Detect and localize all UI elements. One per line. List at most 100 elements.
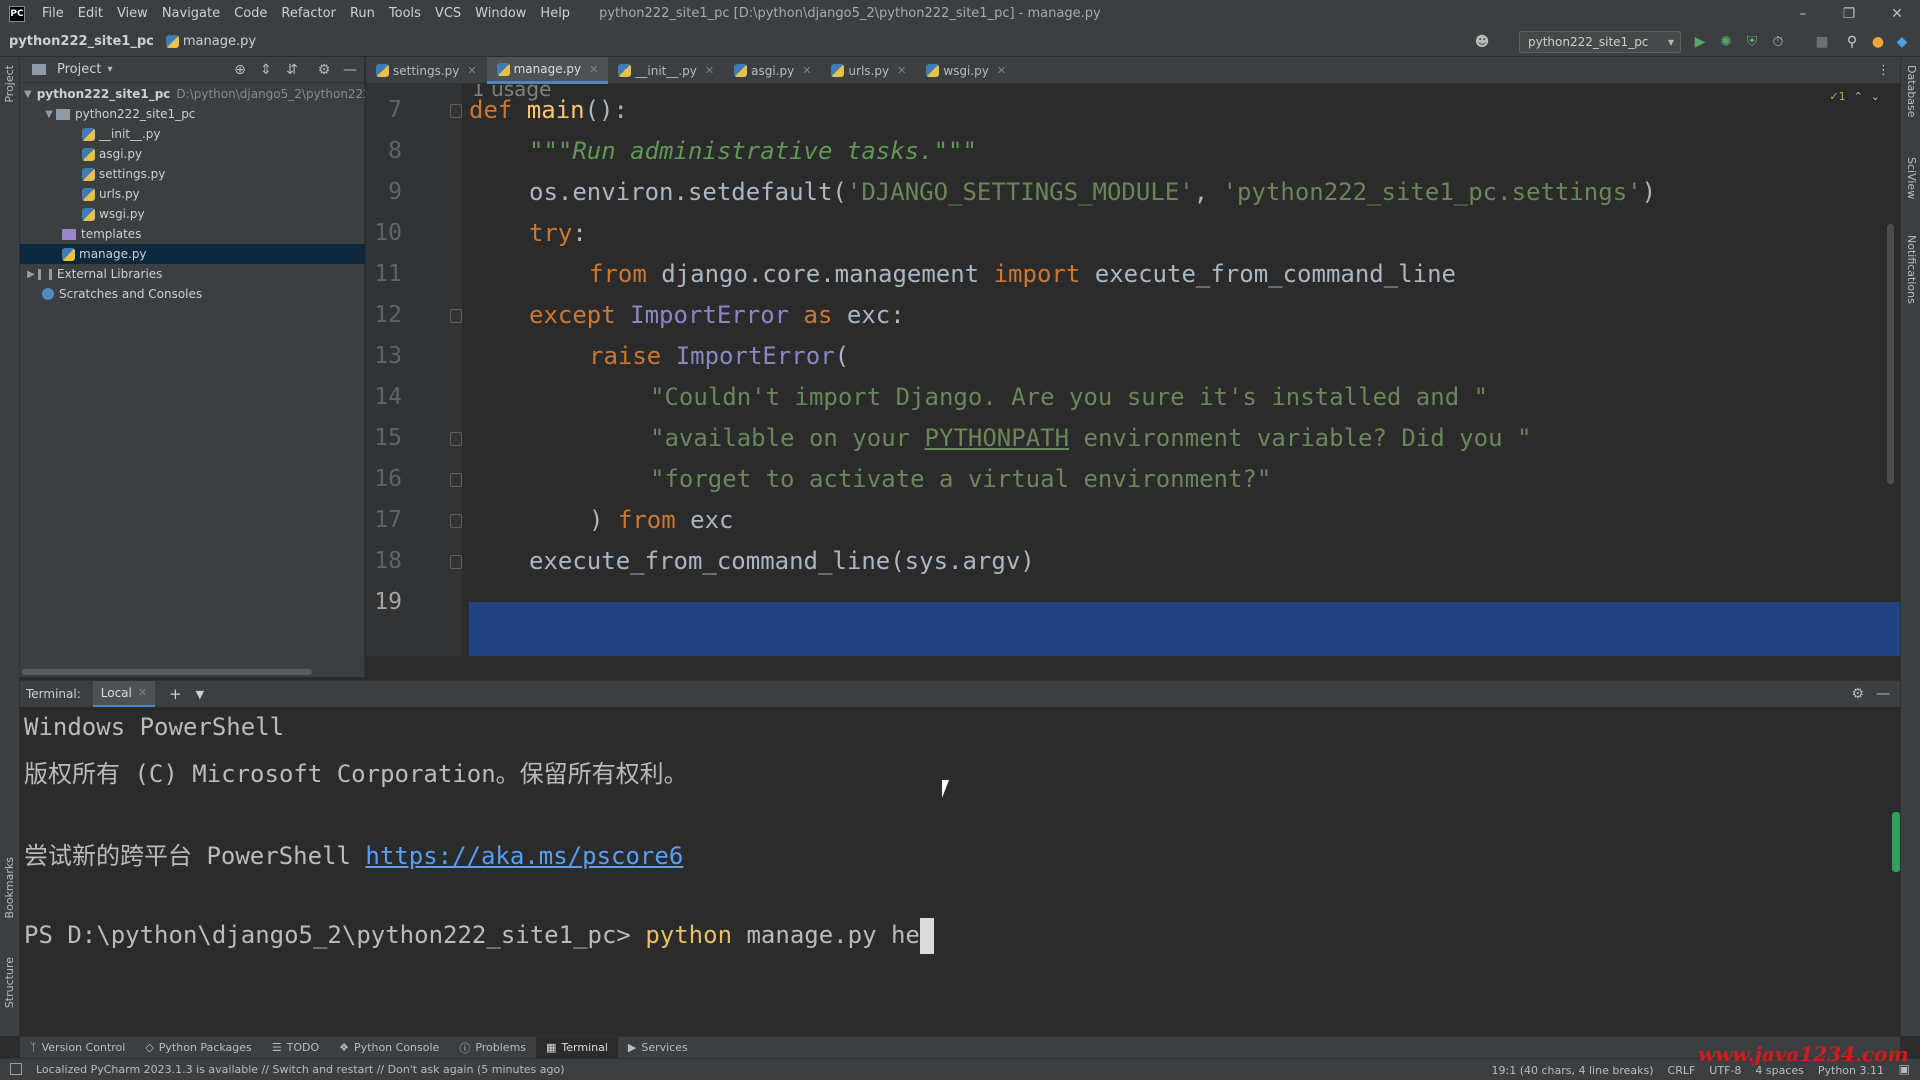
menu-code[interactable]: Code [227, 0, 274, 27]
fold-marker-icon[interactable] [450, 432, 462, 446]
code-line-8[interactable]: """Run administrative tasks.""" [529, 134, 977, 168]
notifications-tool-button[interactable]: Notifications [1905, 235, 1918, 304]
hide-panel-icon[interactable]: — [1876, 686, 1890, 702]
code-editor[interactable]: ✓1 ⌃ ⌄ 1 usage 7 8 9 10 11 12 13 14 15 1… [366, 84, 1900, 656]
line-separator[interactable]: CRLF [1668, 1064, 1696, 1077]
fold-marker-icon[interactable] [450, 514, 462, 528]
chevron-down-icon[interactable]: ⌄ [1871, 90, 1880, 103]
project-tool-button[interactable]: Project [3, 65, 16, 103]
tree-file-asgi[interactable]: asgi.py [20, 144, 365, 164]
code-line-16[interactable]: "forget to activate a virtual environmen… [650, 462, 1271, 496]
editor-vertical-scrollbar[interactable] [1887, 224, 1894, 484]
toolwindow-version-control[interactable]: ᛉ Version Control [20, 1037, 135, 1059]
terminal-output[interactable]: Windows PowerShell 版权所有 (C) Microsoft Co… [20, 707, 1900, 1036]
layout-icon[interactable] [10, 1063, 22, 1075]
menu-run[interactable]: Run [343, 0, 382, 27]
more-tabs-icon[interactable]: ⋮ [1877, 63, 1890, 78]
bookmarks-tool-button[interactable]: Bookmarks [3, 857, 16, 918]
debug-icon[interactable]: ✺ [1717, 33, 1735, 51]
expand-all-icon[interactable]: ⇕ [257, 61, 275, 79]
breadcrumb-file[interactable]: manage.py [165, 34, 256, 49]
code-line-7[interactable]: def main(): [469, 93, 628, 127]
menu-tools[interactable]: Tools [382, 0, 428, 27]
chevron-down-icon[interactable]: ▾ [107, 64, 112, 75]
fold-marker-icon[interactable] [450, 309, 462, 323]
chevron-down-icon[interactable]: ▼ [42, 109, 56, 120]
toolwindow-python-console[interactable]: ❖ Python Console [329, 1037, 449, 1059]
code-line-18[interactable]: execute_from_command_line(sys.argv) [529, 544, 1035, 578]
menu-help[interactable]: Help [533, 0, 577, 27]
user-icon[interactable]: ☻ [1473, 33, 1491, 51]
caret-position[interactable]: 19:1 (40 chars, 4 line breaks) [1492, 1064, 1654, 1077]
tree-file-wsgi[interactable]: wsgi.py [20, 204, 365, 224]
close-icon[interactable]: ✕ [802, 64, 811, 77]
tree-file-urls[interactable]: urls.py [20, 184, 365, 204]
run-icon[interactable]: ▶ [1691, 33, 1709, 51]
sciview-tool-button[interactable]: SciView [1905, 157, 1918, 199]
run-configuration-select[interactable]: python222_site1_pc ▾ [1519, 31, 1681, 53]
tab-wsgi[interactable]: wsgi.py ✕ [916, 57, 1016, 84]
tab-asgi[interactable]: asgi.py ✕ [724, 57, 821, 84]
menu-navigate[interactable]: Navigate [155, 0, 227, 27]
close-icon[interactable]: ✕ [705, 64, 714, 77]
toolwindow-terminal[interactable]: ▦ Terminal [536, 1036, 618, 1059]
chevron-right-icon[interactable]: ▶ [24, 269, 38, 280]
close-icon[interactable]: ✕ [897, 64, 906, 77]
close-icon[interactable]: ✕ [997, 64, 1006, 77]
tree-scratches[interactable]: Scratches and Consoles [20, 284, 365, 304]
toolwindow-python-packages[interactable]: ◇ Python Packages [135, 1037, 261, 1059]
tree-external-libraries[interactable]: ▶ External Libraries [20, 264, 365, 284]
tab-manage[interactable]: manage.py ✕ [486, 57, 609, 84]
terminal-prompt-line[interactable]: PS D:\python\django5_2\python222_site1_p… [24, 918, 934, 954]
menu-file[interactable]: File [35, 0, 71, 27]
close-icon[interactable]: ✕ [467, 64, 476, 77]
code-line-10[interactable]: try: [529, 216, 587, 250]
chevron-down-icon[interactable]: ▼ [196, 688, 204, 701]
code-line-13[interactable]: raise ImportError( [589, 339, 849, 373]
code-line-9[interactable]: os.environ.setdefault('DJANGO_SETTINGS_M… [529, 175, 1656, 209]
collapse-all-icon[interactable]: ⇵ [283, 61, 301, 79]
menu-refactor[interactable]: Refactor [274, 0, 343, 27]
jetbrains-icon[interactable]: ◆ [1893, 33, 1911, 51]
tree-file-init[interactable]: __init__.py [20, 124, 365, 144]
locate-icon[interactable]: ⊕ [231, 61, 249, 79]
update-icon[interactable]: ● [1869, 33, 1887, 51]
menu-vcs[interactable]: VCS [428, 0, 468, 27]
restore-icon[interactable]: ❐ [1826, 0, 1872, 27]
project-panel-title[interactable]: Project [57, 62, 101, 77]
tab-init[interactable]: __init__.py ✕ [608, 57, 724, 84]
tab-urls[interactable]: urls.py ✕ [821, 57, 916, 84]
menu-edit[interactable]: Edit [71, 0, 110, 27]
add-terminal-icon[interactable]: + [169, 685, 182, 703]
terminal-scrollbar[interactable] [1892, 812, 1900, 872]
code-line-14[interactable]: "Couldn't import Django. Are you sure it… [650, 380, 1488, 414]
structure-tool-button[interactable]: Structure [3, 957, 16, 1008]
tab-settings[interactable]: settings.py ✕ [366, 57, 487, 84]
tree-file-settings[interactable]: settings.py [20, 164, 365, 184]
stop-icon[interactable]: ■ [1813, 33, 1831, 51]
fold-marker-icon[interactable] [450, 555, 462, 569]
close-window-icon[interactable]: ✕ [1874, 0, 1920, 27]
toolwindow-problems[interactable]: ⓘ Problems [449, 1037, 536, 1059]
hide-panel-icon[interactable]: — [341, 61, 359, 79]
gear-icon[interactable]: ⚙ [1851, 686, 1864, 702]
status-message[interactable]: Localized PyCharm 2023.1.3 is available … [36, 1063, 565, 1076]
code-line-11[interactable]: from django.core.management import execu… [589, 257, 1456, 291]
toolwindow-services[interactable]: ▶ Services [618, 1037, 698, 1059]
terminal-tab-local[interactable]: Local ✕ [92, 680, 156, 708]
tree-package[interactable]: ▼ python222_site1_pc [20, 104, 365, 124]
inspection-widget[interactable]: ✓1 ⌃ ⌄ [1829, 90, 1880, 103]
fold-marker-icon[interactable] [450, 473, 462, 487]
fold-marker-icon[interactable] [450, 104, 462, 118]
menu-view[interactable]: View [110, 0, 155, 27]
breadcrumb-project[interactable]: python222_site1_pc [9, 34, 154, 49]
code-line-15[interactable]: "available on your PYTHONPATH environmen… [650, 421, 1531, 455]
code-line-12[interactable]: except ImportError as exc: [529, 298, 905, 332]
menu-window[interactable]: Window [468, 0, 533, 27]
coverage-icon[interactable]: ⛨ [1743, 33, 1761, 51]
search-icon[interactable]: ⚲ [1843, 33, 1861, 51]
minimize-icon[interactable]: – [1780, 0, 1826, 27]
chevron-up-icon[interactable]: ⌃ [1854, 90, 1863, 103]
tree-templates[interactable]: templates [20, 224, 365, 244]
close-icon[interactable]: ✕ [589, 63, 598, 76]
